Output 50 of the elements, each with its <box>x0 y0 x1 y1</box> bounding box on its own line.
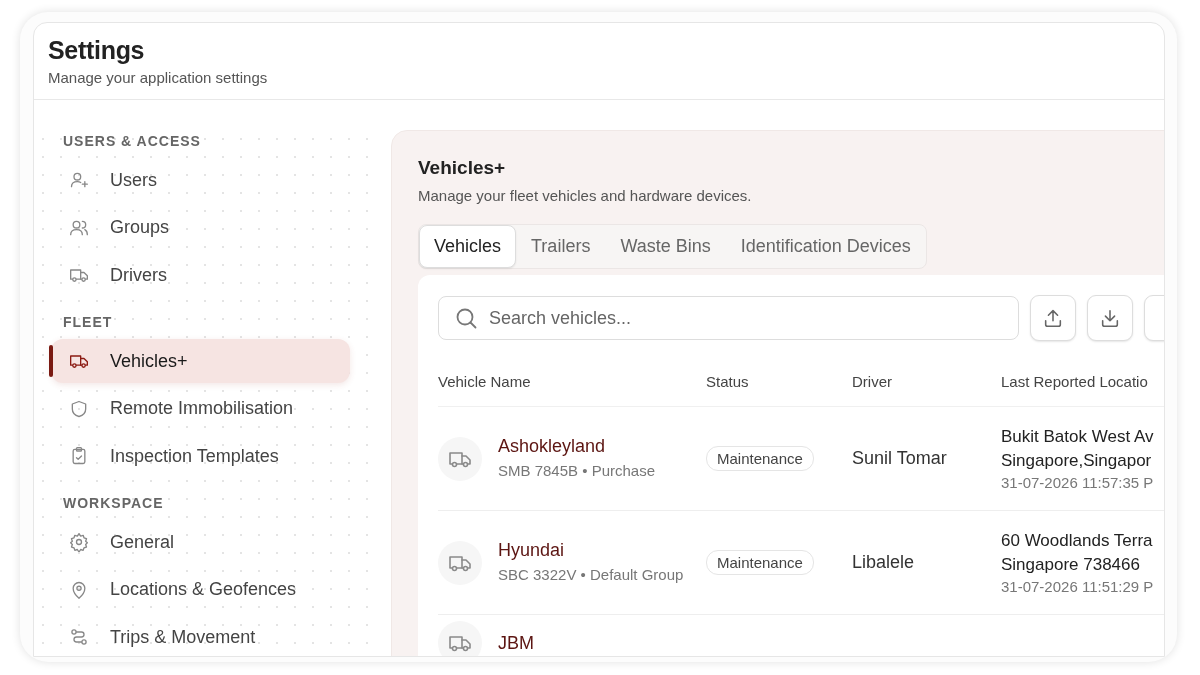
location-text: Singapore,Singapor <box>1001 449 1153 472</box>
panel-title: Vehicles+ <box>418 157 507 179</box>
sidebar-item[interactable]: General <box>51 520 350 564</box>
vehicle-name[interactable]: Hyundai <box>498 539 698 561</box>
column-header: Status <box>706 373 750 390</box>
sidebar-item[interactable]: Inspection Templates <box>51 434 350 478</box>
shield-icon <box>69 398 89 419</box>
upload-icon <box>1042 307 1064 329</box>
status-badge: Maintenance <box>706 446 814 471</box>
tab[interactable]: Identification Devices <box>725 225 926 268</box>
tab[interactable]: Vehicles <box>419 225 517 268</box>
report-time: 31-07-2026 11:57:35 P <box>1001 472 1155 493</box>
active-indicator <box>49 345 53 377</box>
sidebar-item[interactable]: Trips & Movement <box>51 615 350 656</box>
vehicle-name[interactable]: JBM <box>498 632 698 654</box>
sidebar-item[interactable]: Groups <box>51 205 350 250</box>
upload-button[interactable] <box>1030 295 1076 341</box>
download-button[interactable] <box>1087 295 1133 341</box>
location-text: 60 Woodlands Terra <box>1001 529 1154 552</box>
page-title: Settings <box>48 35 146 65</box>
section-label: USERS & ACCESS <box>62 132 202 151</box>
panel-subtitle: Manage your fleet vehicles and hardware devices. <box>418 187 753 204</box>
vehicle-name[interactable]: Ashokleyland <box>498 435 698 457</box>
column-header: Driver <box>852 373 893 390</box>
sidebar-item[interactable]: Vehicles+ <box>51 339 350 383</box>
route-icon <box>69 627 89 647</box>
vehicle-details: SMB 7845B • Purchase <box>498 460 656 481</box>
driver-name: Sunil Tomar <box>852 448 947 468</box>
status-badge: Maintenance <box>706 550 814 575</box>
section-label: FLEET <box>62 313 114 332</box>
location-text: Singapore 738466 <box>1001 553 1141 576</box>
location-text: Bukit Batok West Av <box>1001 425 1155 448</box>
tab[interactable]: Trailers <box>516 225 606 268</box>
search-icon <box>454 306 478 330</box>
sidebar-item[interactable]: Users <box>51 158 350 202</box>
sidebar-item[interactable]: Drivers <box>51 253 350 297</box>
column-header: Vehicle Name <box>438 373 532 390</box>
tab[interactable]: Waste Bins <box>605 225 726 268</box>
sidebar-item[interactable]: Locations & Geofences <box>51 567 350 612</box>
download-icon <box>1099 307 1121 329</box>
gear-icon <box>69 532 89 552</box>
report-time: 31-07-2026 11:51:29 P <box>1001 576 1155 597</box>
page-subtitle: Manage your application settings <box>48 69 269 86</box>
section-label: WORKSPACE <box>62 494 165 513</box>
vehicle-details: SBC 3322V • Default Group <box>498 564 685 585</box>
column-header: Last Reported Locatio <box>1001 373 1149 390</box>
driver-name: Libalele <box>852 552 915 572</box>
sidebar-item[interactable]: Remote Immobilisation <box>51 386 350 431</box>
user-plus-icon <box>69 170 89 190</box>
search-field[interactable]: Search vehicles... <box>438 296 1019 340</box>
